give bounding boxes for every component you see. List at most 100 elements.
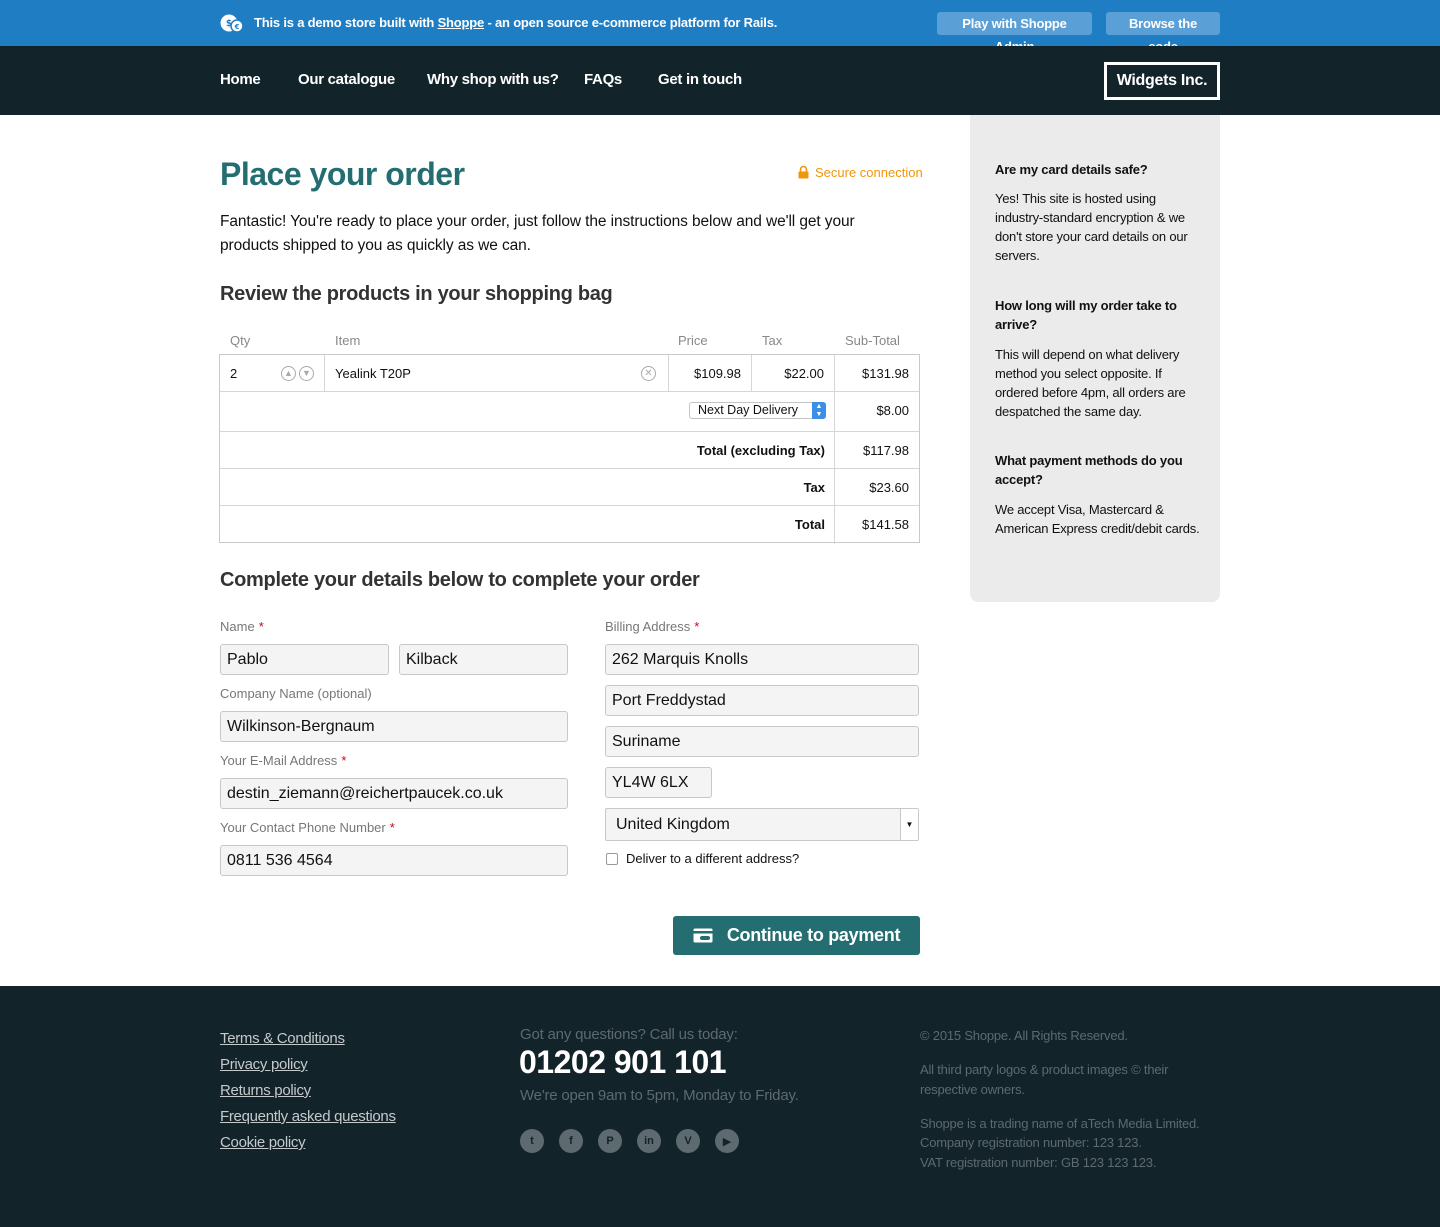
review-heading: Review the products in your shopping bag [220, 283, 613, 305]
brand-logo[interactable]: Widgets Inc. [1104, 62, 1220, 100]
returns-link[interactable]: Returns policy [220, 1082, 311, 1099]
required-mark: * [694, 619, 700, 634]
demo-notice-text-after: - an open source e-commerce platform for… [487, 15, 778, 30]
deliver-different-label[interactable]: Deliver to a different address? [626, 851, 799, 866]
phone-label: Your Contact Phone Number * [220, 820, 395, 835]
name-label: Name * [220, 619, 264, 634]
tax-label: Tax [803, 480, 825, 495]
last-name-field[interactable]: Kilback [399, 644, 568, 675]
item-tax: $22.00 [784, 366, 824, 381]
shoppe-link[interactable]: Shoppe [438, 15, 485, 30]
tax-total: $23.60 [869, 480, 909, 495]
page-title: Place your order [220, 156, 465, 192]
country-value: United Kingdom [616, 816, 730, 833]
lock-icon [798, 166, 809, 179]
item-name[interactable]: Yealink T20P [335, 366, 411, 381]
faq-answer: Yes! This site is hosted using industry-… [995, 191, 1188, 263]
cookie-link[interactable]: Cookie policy [220, 1134, 306, 1151]
facebook-icon[interactable]: f [559, 1129, 583, 1153]
continue-payment-button[interactable]: Continue to payment [673, 916, 920, 955]
delivery-price: $8.00 [876, 403, 909, 418]
faq-question: Are my card details safe? [995, 162, 1148, 177]
item-qty[interactable]: 2 [230, 366, 237, 381]
address-line3-field[interactable]: Suriname [605, 726, 919, 757]
deliver-different-checkbox[interactable] [606, 853, 618, 865]
play-admin-button[interactable]: Play with Shoppe Admin [937, 12, 1092, 54]
row-divider [220, 505, 919, 506]
faq-answer: We accept Visa, Mastercard & American Ex… [995, 502, 1200, 536]
row-divider [220, 431, 919, 432]
footer-hours: We're open 9am to 5pm, Monday to Friday. [520, 1087, 799, 1104]
item-subtotal: $131.98 [862, 366, 909, 381]
demo-notice-text: This is a demo store built with [254, 15, 435, 30]
chevron-down-icon: ▼ [900, 809, 918, 840]
vimeo-icon[interactable]: V [676, 1129, 700, 1153]
credit-card-icon [693, 928, 713, 943]
terms-link[interactable]: Terms & Conditions [220, 1030, 345, 1047]
total-ex-tax-label: Total (excluding Tax) [696, 443, 825, 458]
faq-question: What payment methods do you accept? [995, 453, 1183, 487]
logos-notice: All third party logos & product images ©… [920, 1062, 1169, 1097]
demo-notice: This is a demo store built with Shoppe -… [254, 15, 777, 30]
delivery-select[interactable]: Next Day Delivery ▲ ▼ [689, 402, 826, 419]
nav-home[interactable]: Home [220, 71, 261, 88]
divider [751, 355, 752, 391]
youtube-icon[interactable]: ▶ [715, 1129, 739, 1153]
faq-sidebar: Are my card details safe? Yes! This site… [970, 115, 1220, 602]
header-price: Price [678, 333, 708, 348]
svg-text:$: $ [226, 19, 232, 29]
header-item: Item [335, 333, 361, 348]
header-subtotal: Sub-Total [845, 333, 900, 348]
first-name-field[interactable]: Pablo [220, 644, 389, 675]
footer-phone[interactable]: 01202 901 101 [519, 1044, 727, 1081]
billing-label-text: Billing Address [605, 619, 691, 634]
header-qty: Qty [230, 333, 251, 348]
qty-up-icon[interactable]: ▲ [281, 366, 296, 381]
qty-down-icon[interactable]: ▼ [299, 366, 314, 381]
bag-table: 2 ▲ ▼ Yealink T20P ✕ $109.98 $22.00 $131… [219, 354, 920, 544]
nav-catalogue[interactable]: Our catalogue [298, 71, 395, 88]
country-select[interactable]: United Kingdom ▼ [605, 808, 919, 841]
faq-link[interactable]: Frequently asked questions [220, 1108, 396, 1125]
header-tax: Tax [762, 333, 783, 348]
browse-code-button[interactable]: Browse the code [1106, 12, 1220, 54]
phone-label-text: Your Contact Phone Number [220, 820, 386, 835]
row-divider [220, 391, 919, 392]
email-label: Your E-Mail Address * [220, 753, 346, 768]
company-field[interactable]: Wilkinson-Bergnaum [220, 711, 568, 742]
email-label-text: Your E-Mail Address [220, 753, 338, 768]
company-label: Company Name (optional) [220, 686, 372, 701]
email-field[interactable]: destin_ziemann@reichertpaucek.co.uk [220, 778, 568, 809]
required-mark: * [258, 619, 264, 634]
nav-contact[interactable]: Get in touch [658, 71, 742, 88]
remove-item-icon[interactable]: ✕ [641, 366, 656, 381]
row-divider [220, 468, 919, 469]
total-label: Total [794, 517, 825, 532]
pinterest-icon[interactable]: P [598, 1129, 622, 1153]
delivery-method: Next Day Delivery [698, 403, 799, 417]
address-line1-field[interactable]: 262 Marquis Knolls [605, 644, 919, 675]
item-price: $109.98 [694, 366, 741, 381]
total-ex-tax: $117.98 [862, 443, 909, 458]
select-arrows-icon: ▲ ▼ [812, 402, 826, 419]
company-line1: Shoppe is a trading name of aTech Media … [920, 1116, 1200, 1131]
twitter-icon[interactable]: t [520, 1129, 544, 1153]
main-nav: Home Our catalogue Why shop with us? FAQ… [0, 46, 1440, 115]
faq-question: How long will my order take to arrive? [995, 298, 1177, 332]
footer-question: Got any questions? Call us today: [520, 1026, 738, 1043]
linkedin-icon[interactable]: in [637, 1129, 661, 1153]
required-mark: * [389, 820, 395, 835]
address-line2-field[interactable]: Port Freddystad [605, 685, 919, 716]
copyright: © 2015 Shoppe. All Rights Reserved. [920, 1028, 1128, 1043]
continue-payment-label: Continue to payment [726, 925, 901, 945]
details-heading: Complete your details below to complete … [220, 569, 700, 591]
postcode-field[interactable]: YL4W 6LX [605, 767, 712, 798]
svg-text:€: € [234, 23, 240, 31]
nav-why-shop[interactable]: Why shop with us? [427, 71, 559, 88]
privacy-link[interactable]: Privacy policy [220, 1056, 308, 1073]
divider [324, 355, 325, 391]
faq-answer: This will depend on what delivery method… [995, 347, 1186, 419]
demo-bar: $ € This is a demo store built with Shop… [0, 0, 1440, 54]
nav-faqs[interactable]: FAQs [584, 71, 622, 88]
phone-field[interactable]: 0811 536 4564 [220, 845, 568, 876]
